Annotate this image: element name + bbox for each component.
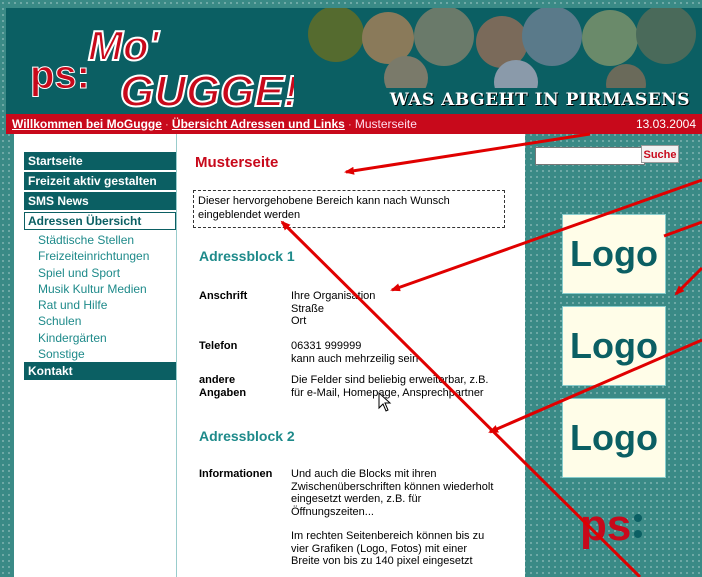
field-value: Die Felder sind beliebig erweiterbar, z.… <box>291 374 519 399</box>
submenu-item-staedtische[interactable]: Städtische Stellen <box>24 232 176 248</box>
mogugge-logo[interactable]: Mo' GUGGE! <box>84 20 294 112</box>
mouse-pointer-icon <box>378 392 392 412</box>
submenu-item-kindergaerten[interactable]: Kindergärten <box>24 330 176 346</box>
breadcrumb-current: Musterseite <box>354 117 417 131</box>
page-frame: ps: Mo' GUGGE! WAS ABGEHT IN PIRMASENS W… <box>0 0 702 577</box>
submenu-item-schulen[interactable]: Schulen <box>24 313 176 329</box>
submenu-item-musik-kultur[interactable]: Musik Kultur Medien <box>24 281 176 297</box>
breadcrumb-home-link[interactable]: Willkommen bei MoGugge <box>12 117 162 131</box>
site-header: ps: Mo' GUGGE! WAS ABGEHT IN PIRMASENS <box>6 8 702 114</box>
value-line: kann auch mehrzeilig sein <box>291 352 419 365</box>
tagline: WAS ABGEHT IN PIRMASENS <box>389 90 690 110</box>
breadcrumb-separator: · <box>164 117 169 131</box>
value-line: Straße <box>291 302 325 315</box>
submenu-item-freizeiteinrichtungen[interactable]: Freizeiteinrichtungen <box>24 248 176 264</box>
field-label: andere Angaben <box>199 374 247 399</box>
value-line: für e-Mail, Homepage, Ansprechpartner <box>291 386 484 399</box>
breadcrumb-overview-link[interactable]: Übersicht Adressen und Links <box>172 117 345 131</box>
left-sidebar: Startseite Freizeit aktiv gestalten SMS … <box>14 134 176 577</box>
value-line: 06331 999999 <box>291 340 362 352</box>
logo-placeholder-1[interactable]: Logo <box>562 214 666 294</box>
submenu-item-spiel-sport[interactable]: Spiel und Sport <box>24 265 176 281</box>
breadcrumb-bar: Willkommen bei MoGugge · Übersicht Adresse… <box>6 114 702 134</box>
field-value: 06331 999999 kann auch mehrzeilig sein <box>291 340 519 365</box>
highlight-box: Dieser hervorgehobene Bereich kann nach … <box>193 190 505 228</box>
field-label: Anschrift <box>199 290 248 302</box>
logo-placeholder-2[interactable]: Logo <box>562 306 666 386</box>
ps-small-logo[interactable]: ps <box>580 494 650 554</box>
address-block-1-heading: Adressblock 1 <box>199 248 295 264</box>
submenu-item-sonstige[interactable]: Sonstige <box>24 346 176 362</box>
page-title: Musterseite <box>195 154 279 171</box>
field-value: Ihre Organisation Straße Ort <box>291 290 519 328</box>
right-column: Suche Logo Logo Logo ps <box>524 134 702 577</box>
value-line: Breite von bis zu 140 pixel eingesetzt <box>291 555 473 567</box>
date-label: 13.03.2004 <box>635 117 696 131</box>
menu-item-startseite[interactable]: Startseite <box>24 152 176 170</box>
menu-item-sms-news[interactable]: SMS News <box>24 192 176 210</box>
search-input[interactable] <box>535 147 645 165</box>
main-content: Musterseite Dieser hervorgehobene Bereic… <box>176 134 525 577</box>
logo-placeholder-3[interactable]: Logo <box>562 398 666 478</box>
menu-item-adressen[interactable]: Adressen Übersicht <box>24 212 176 230</box>
value-line: eingesetzt werden, z.B. für <box>291 493 422 505</box>
value-line: Im rechten Seitenbereich können bis zu <box>291 530 485 542</box>
value-line: vier Grafiken (Logo, Fotos) mit einer <box>291 542 468 555</box>
value-line: Ort <box>291 315 307 327</box>
search-button[interactable]: Suche <box>641 145 679 163</box>
menu-item-kontakt[interactable]: Kontakt <box>24 362 176 381</box>
address-block-2-heading: Adressblock 2 <box>199 428 295 444</box>
value-line: Zwischenüberschriften können wiederholt <box>291 480 494 493</box>
field-value: Und auch die Blocks mit ihren Zwischenüb… <box>291 468 501 568</box>
field-label: Informationen <box>199 468 273 480</box>
svg-text:Mo': Mo' <box>88 22 161 69</box>
svg-text:GUGGE!: GUGGE! <box>120 67 294 112</box>
field-label: Telefon <box>199 340 238 352</box>
value-line: Und auch die Blocks mit ihren <box>291 468 437 480</box>
photo-collage <box>308 8 696 88</box>
value-line: Ihre Organisation <box>291 290 376 302</box>
menu-item-freizeit[interactable]: Freizeit aktiv gestalten <box>24 172 176 190</box>
value-line: Öffnungszeiten... <box>291 505 374 518</box>
breadcrumb-separator: · <box>347 117 352 131</box>
svg-text:ps:: ps: <box>30 53 88 97</box>
ps-logo[interactable]: ps: <box>28 44 89 104</box>
svg-text:ps: ps <box>580 501 631 550</box>
main-menu: Startseite Freizeit aktiv gestalten SMS … <box>24 152 176 382</box>
value-line: Die Felder sind beliebig erweiterbar, z.… <box>291 374 489 386</box>
submenu-item-rat-hilfe[interactable]: Rat und Hilfe <box>24 297 176 313</box>
